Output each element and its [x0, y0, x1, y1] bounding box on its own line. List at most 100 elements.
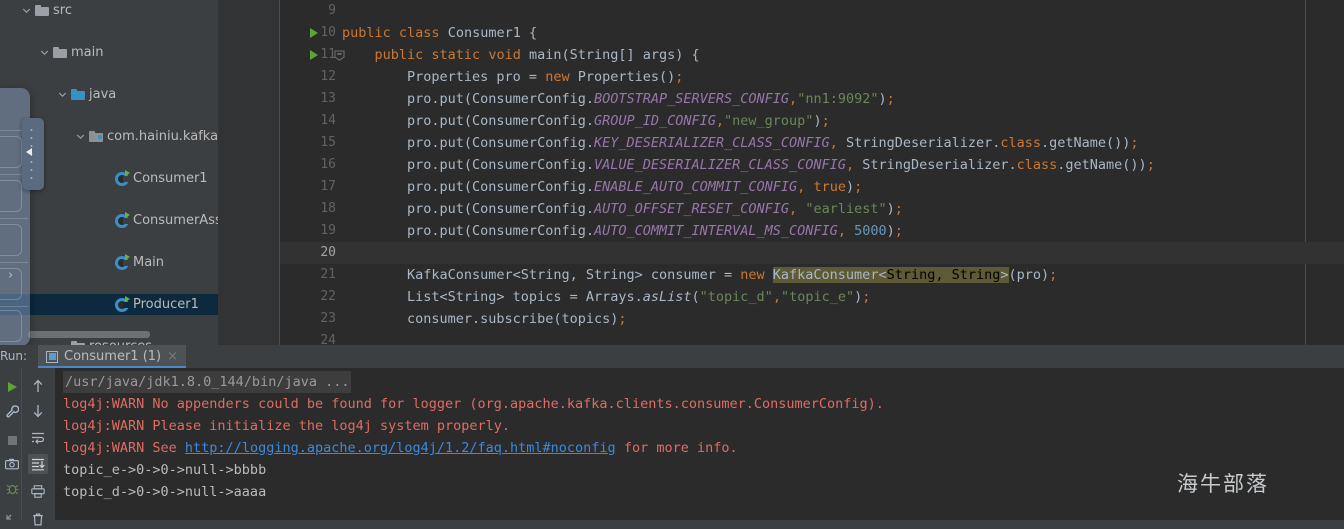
chevron-down-icon[interactable]	[56, 84, 69, 105]
gutter-run-icon[interactable]	[310, 50, 318, 60]
overlay-button-1[interactable]	[0, 136, 22, 168]
code-line-15[interactable]: 15 pro.put(ConsumerConfig.KEY_DESERIALIZ…	[280, 132, 1344, 154]
tree-item-main[interactable]: Main	[0, 252, 218, 273]
project-tree-hscrollbar[interactable]	[28, 331, 218, 338]
print-icon[interactable]	[28, 481, 48, 501]
restore-layout-icon[interactable]	[3, 505, 21, 523]
scroll-to-end-icon[interactable]	[28, 454, 48, 474]
code-line-11[interactable]: 11 public static void main(String[] args…	[280, 44, 1344, 66]
line-number: 23	[320, 311, 336, 326]
run-tab-consumer1[interactable]: Consumer1 (1) ×	[38, 345, 187, 368]
code-line-12[interactable]: 12 Properties pro = new Properties();	[280, 66, 1344, 88]
code-token: ;	[1130, 135, 1139, 151]
line-number: 21	[320, 267, 336, 282]
code-line-18[interactable]: 18 pro.put(ConsumerConfig.AUTO_OFFSET_RE…	[280, 198, 1344, 220]
rerun-icon[interactable]	[3, 378, 21, 396]
code-token: ,	[845, 157, 855, 173]
tree-item-src[interactable]: src	[0, 0, 218, 21]
scrollbar-thumb[interactable]	[28, 331, 150, 338]
overlay-button-5[interactable]	[0, 310, 22, 342]
code-token: "earliest"	[805, 201, 887, 217]
gutter-run-icon[interactable]	[310, 28, 318, 38]
tree-item-content: Consumer1	[100, 168, 208, 189]
line-number: 18	[320, 201, 336, 216]
code-line-20[interactable]: 20	[280, 242, 1344, 264]
code-line-14[interactable]: 14 pro.put(ConsumerConfig.GROUP_ID_CONFI…	[280, 110, 1344, 132]
collapse-handle[interactable]	[22, 118, 44, 190]
tree-item-main[interactable]: main	[0, 42, 218, 63]
code-token: pro.put(ConsumerConfig.	[342, 113, 594, 129]
code-line-21[interactable]: 21 KafkaConsumer<String, String> consume…	[280, 264, 1344, 286]
code-line-23[interactable]: 23 consumer.subscribe(topics);	[280, 308, 1344, 330]
camera-icon[interactable]	[3, 455, 21, 473]
tree-item-label: src	[53, 3, 72, 18]
tree-item-producer1[interactable]: Producer1	[0, 294, 218, 315]
tree-item-consumerassg[interactable]: ConsumerAssg	[0, 210, 218, 231]
code-token: )	[813, 113, 822, 129]
line-number: 20	[320, 245, 336, 260]
code-text: KafkaConsumer<String, String> consumer =…	[342, 264, 1057, 286]
wrench-icon[interactable]	[3, 402, 21, 420]
chevron-down-icon[interactable]	[20, 0, 33, 21]
run-window-label: Run:	[0, 349, 28, 363]
bug-icon[interactable]	[3, 479, 21, 497]
console-line-4: topic_e->0->0->null->bbbb	[55, 459, 1344, 481]
overlay-divider	[0, 218, 28, 219]
tree-item-icon	[113, 252, 130, 273]
code-text: List<String> topics = Arrays.asList("top…	[342, 286, 870, 308]
line-number: 13	[320, 91, 336, 106]
code-line-16[interactable]: 16 pro.put(ConsumerConfig.VALUE_DESERIAL…	[280, 154, 1344, 176]
overlay-button-2[interactable]	[0, 180, 22, 212]
run-left-toolbar[interactable]	[0, 368, 22, 520]
code-line-24[interactable]: 24	[280, 330, 1344, 345]
tree-item-label: main	[71, 45, 104, 60]
code-line-13[interactable]: 13 pro.put(ConsumerConfig.BOOTSTRAP_SERV…	[280, 88, 1344, 110]
trash-icon[interactable]	[28, 509, 48, 529]
line-number: 9	[328, 3, 336, 18]
code-token: >	[1000, 267, 1009, 283]
code-line-9[interactable]: 9	[280, 0, 1344, 22]
code-editor[interactable]: 9 10 public class Consumer1 {11 public sta…	[218, 0, 1344, 345]
run-tool-window[interactable]: Run: Consumer1 (1) × /usr/java/jdk1.8.0_…	[0, 345, 1344, 525]
console-output[interactable]: /usr/java/jdk1.8.0_144/bin/java ... log4j…	[55, 368, 1344, 520]
code-token: "topic_d"	[699, 289, 773, 305]
code-token: {	[528, 25, 538, 41]
code-line-19[interactable]: 19 pro.put(ConsumerConfig.AUTO_COMMIT_IN…	[280, 220, 1344, 242]
tree-item-java[interactable]: java	[0, 84, 218, 105]
code-area[interactable]: 9 10 public class Consumer1 {11 public sta…	[280, 0, 1344, 345]
code-token: BOOTSTRAP_SERVERS_CONFIG	[593, 91, 790, 107]
scroll-down-icon[interactable]	[28, 401, 48, 421]
code-token: true	[813, 179, 846, 195]
chevron-down-icon[interactable]	[38, 42, 51, 63]
editor-gutter[interactable]	[218, 0, 280, 345]
tree-item-content: Producer1	[100, 294, 199, 315]
code-line-17[interactable]: 17 pro.put(ConsumerConfig.ENABLE_AUTO_CO…	[280, 176, 1344, 198]
code-line-22[interactable]: 22 List<String> topics = Arrays.asList("…	[280, 286, 1344, 308]
code-token: List<String> topics = Arrays.	[342, 289, 643, 305]
code-text: pro.put(ConsumerConfig.BOOTSTRAP_SERVERS…	[342, 88, 895, 110]
code-token: ,	[789, 201, 798, 217]
line-number: 19	[320, 223, 336, 238]
stop-icon[interactable]	[3, 431, 21, 449]
overlay-button-4[interactable]	[0, 268, 22, 300]
soft-wrap-icon[interactable]	[28, 428, 48, 448]
code-token: ,	[772, 289, 781, 305]
code-token: main	[528, 47, 562, 63]
overlay-divider	[0, 306, 28, 307]
code-line-10[interactable]: 10 public class Consumer1 {	[280, 22, 1344, 44]
overlay-button-3[interactable]	[0, 224, 22, 256]
chevron-down-icon[interactable]	[74, 126, 87, 147]
console-line-0: /usr/java/jdk1.8.0_144/bin/java ...	[55, 371, 1344, 393]
tree-item-content: main	[38, 42, 103, 63]
console-output-line: topic_e->0->0->null->bbbb	[63, 462, 267, 478]
tree-item-icon	[87, 126, 104, 147]
close-icon[interactable]: ×	[167, 349, 178, 364]
run-right-toolbar[interactable]	[22, 368, 54, 525]
scroll-up-icon[interactable]	[28, 376, 48, 396]
console-link[interactable]: http://logging.apache.org/log4j/1.2/faq.…	[185, 440, 616, 456]
code-token: public	[342, 25, 399, 41]
